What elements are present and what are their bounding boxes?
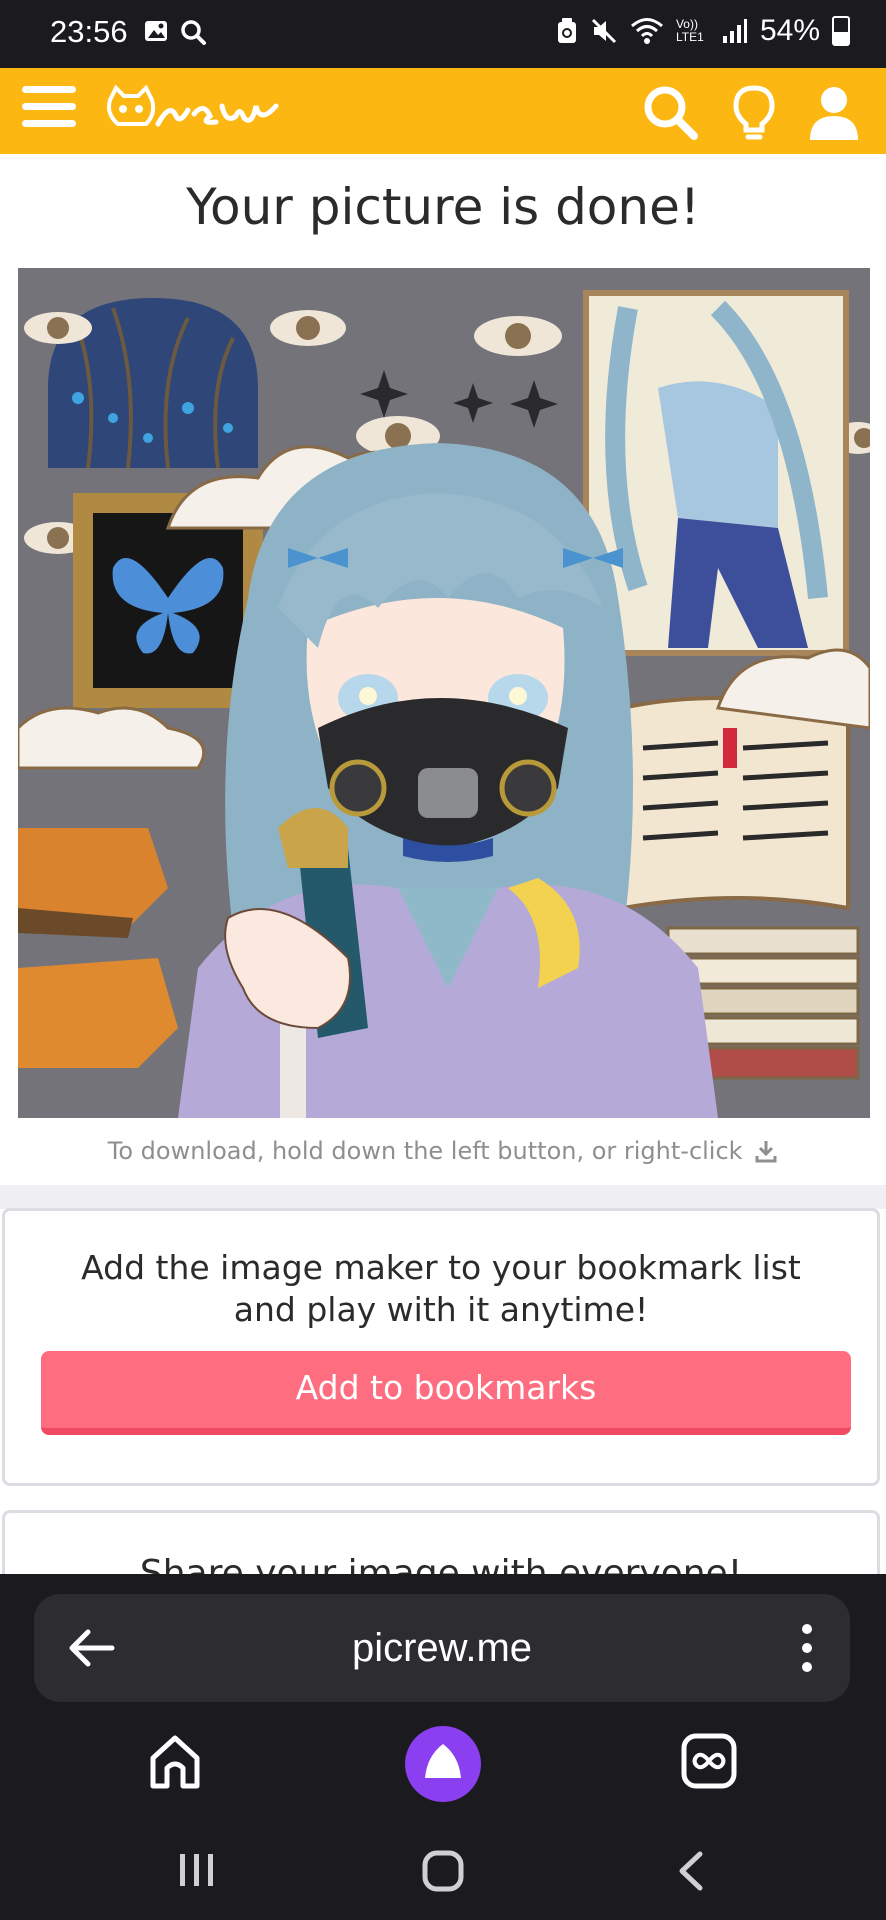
signal-icon	[722, 19, 747, 43]
bookmark-card-text: Add the image maker to your bookmark lis…	[5, 1247, 877, 1331]
picrew-logo[interactable]	[104, 80, 284, 142]
back-icon[interactable]	[676, 1850, 706, 1892]
recent-apps-icon[interactable]	[178, 1850, 216, 1890]
address-bar[interactable]: picrew.me	[34, 1594, 850, 1702]
search-icon[interactable]	[640, 82, 700, 142]
bookmark-text-line1: Add the image maker to your bookmark lis…	[81, 1248, 801, 1287]
url-text[interactable]: picrew.me	[34, 1594, 850, 1702]
home-icon[interactable]	[145, 1732, 205, 1792]
status-time: 23:56	[50, 14, 128, 49]
battery-percent: 54%	[759, 14, 820, 47]
lightbulb-icon[interactable]	[724, 82, 784, 142]
add-to-bookmarks-button[interactable]: Add to bookmarks	[41, 1351, 851, 1435]
app-header	[0, 68, 886, 154]
battery-icon	[832, 16, 850, 46]
home-button-icon[interactable]	[422, 1850, 464, 1892]
download-hint-text: To download, hold down the left button, …	[107, 1137, 743, 1165]
wifi-icon	[630, 18, 663, 44]
browser-toolbar: picrew.me	[0, 1574, 886, 1920]
status-bar: 23:56 Vo)) LTE1 54%	[0, 0, 886, 68]
page-title: Your picture is done!	[186, 178, 700, 236]
bookmark-text-line2: and play with it anytime!	[233, 1290, 649, 1329]
recycle-icon	[557, 18, 576, 43]
download-hint: To download, hold down the left button, …	[0, 1137, 886, 1165]
mute-icon	[591, 18, 617, 44]
more-options-icon[interactable]	[802, 1624, 816, 1672]
gallery-icon	[145, 21, 167, 41]
user-icon[interactable]	[804, 82, 864, 142]
download-icon	[755, 1141, 777, 1163]
menu-icon[interactable]	[22, 86, 76, 136]
bookmark-card: Add the image maker to your bookmark lis…	[2, 1208, 880, 1486]
volte-label: Vo)) LTE1	[675, 17, 704, 44]
search-icon	[181, 20, 206, 45]
section-divider	[0, 1185, 886, 1209]
tabs-icon[interactable]	[680, 1732, 738, 1790]
assistant-icon[interactable]	[405, 1726, 481, 1802]
generated-picture[interactable]	[18, 268, 870, 1118]
